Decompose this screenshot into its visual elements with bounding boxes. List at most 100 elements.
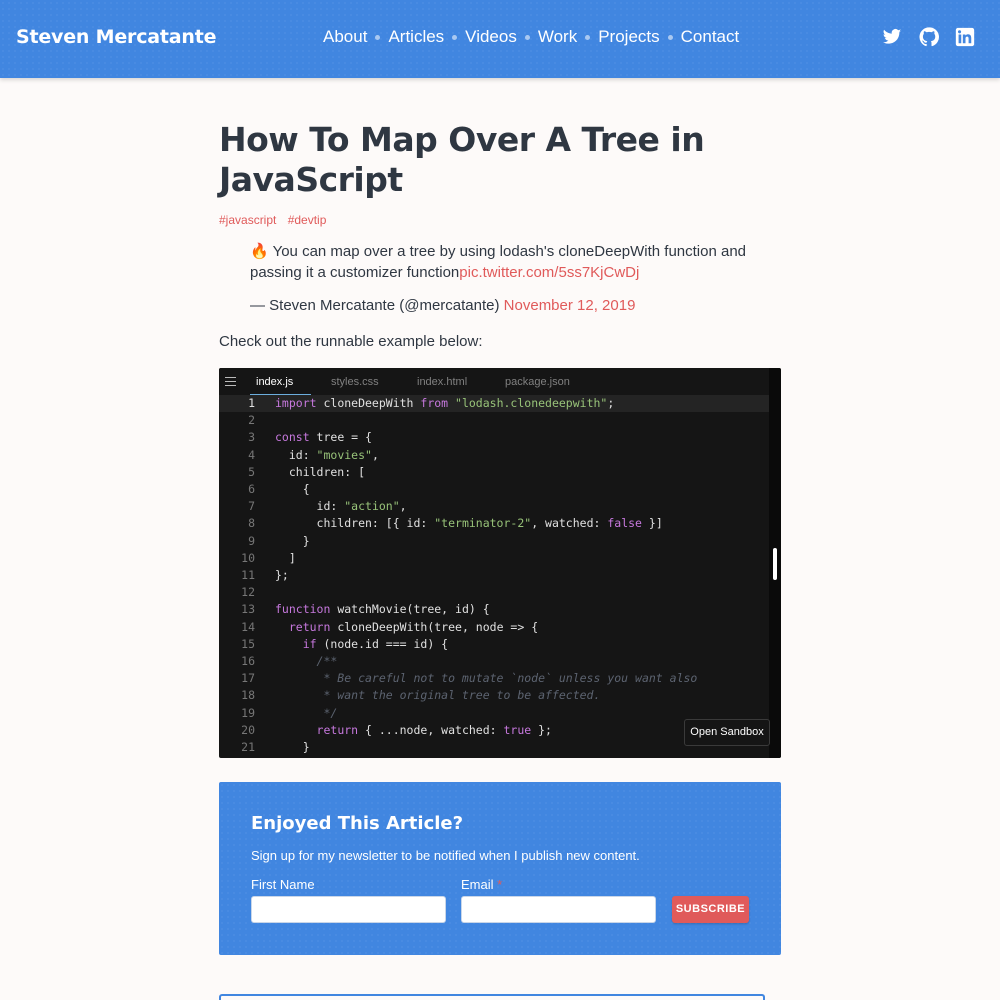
tab-package-json[interactable]: package.json <box>505 368 570 395</box>
code-line: 5 children: [ <box>219 464 769 481</box>
article-intro: Check out the runnable example below: <box>219 333 483 350</box>
code-text: * Be careful not to mutate `node` unless… <box>275 671 698 686</box>
linkedin-icon[interactable] <box>955 27 975 47</box>
tweet-date-link[interactable]: November 12, 2019 <box>504 297 636 314</box>
email-label: Email <box>461 877 494 892</box>
code-line: 18 * want the original tree to be affect… <box>219 687 769 704</box>
code-text: return cloneDeepWith(tree, node => { <box>288 619 539 634</box>
code-line: 3 const tree = { <box>219 429 769 446</box>
line-number: 5 <box>248 464 255 479</box>
twitter-icon[interactable] <box>882 27 902 47</box>
line-number: 2 <box>248 413 255 428</box>
line-number: 11 <box>241 568 255 582</box>
code-text: }; <box>275 568 289 582</box>
line-number: 3 <box>248 430 255 445</box>
code-text: import cloneDeepWith from "lodash.cloned… <box>275 396 615 410</box>
code-line: 10 ] <box>219 550 769 567</box>
first-name-input[interactable] <box>251 896 446 923</box>
line-number: 20 <box>241 722 255 737</box>
line-number: 17 <box>241 671 255 686</box>
newsletter-title: Enjoyed This Article? <box>251 813 464 834</box>
nav-videos[interactable]: Videos <box>465 27 517 47</box>
nav-separator <box>667 34 673 40</box>
sandbox-tabbar: index.js styles.css index.html package.j… <box>219 368 769 395</box>
required-marker: * <box>497 877 503 892</box>
nav-separator <box>452 34 458 40</box>
code-text: ] <box>275 550 296 565</box>
code-line: 2 <box>219 412 769 429</box>
fire-emoji: 🔥 <box>250 243 269 260</box>
code-line: 9 } <box>219 533 769 550</box>
code-line: 11}; <box>219 567 769 584</box>
scrollbar-thumb[interactable] <box>773 548 777 580</box>
line-number: 9 <box>248 533 255 548</box>
line-number: 7 <box>248 499 255 514</box>
email-label-group: Email * <box>461 877 502 892</box>
site-header: Steven Mercatante About Articles Videos … <box>0 0 1000 78</box>
code-text: } <box>275 533 310 548</box>
line-number: 18 <box>241 688 255 703</box>
open-sandbox-button[interactable]: Open Sandbox <box>684 719 770 746</box>
newsletter-signup: Enjoyed This Article? Sign up for my new… <box>219 782 781 955</box>
nav-work[interactable]: Work <box>538 27 577 47</box>
tab-styles-css[interactable]: styles.css <box>331 368 379 395</box>
code-text: */ <box>275 705 338 720</box>
menu-icon[interactable] <box>225 377 236 386</box>
tweet-author: — Steven Mercatante (@mercatante) <box>250 297 504 314</box>
code-text: return { ...node, watched: true }; <box>316 722 552 737</box>
code-line: 1 import cloneDeepWith from "lodash.clone… <box>219 395 769 413</box>
code-line: 12 <box>219 584 769 601</box>
site-brand[interactable]: Steven Mercatante <box>16 26 217 48</box>
article-title: How To Map Over A Tree in JavaScript <box>219 120 705 199</box>
first-name-label: First Name <box>251 877 315 892</box>
tweet-byline: — Steven Mercatante (@mercatante) Novemb… <box>250 297 635 314</box>
code-line: 7 id: "action", <box>219 498 769 515</box>
code-line: 4 id: "movies", <box>219 447 769 464</box>
nav-about[interactable]: About <box>323 27 367 47</box>
line-number: 21 <box>241 740 255 754</box>
line-number: 4 <box>248 447 255 462</box>
tweet-media-link[interactable]: pic.twitter.com/5ss7KjCwDj <box>459 264 639 281</box>
code-text: function watchMovie(tree, id) { <box>275 602 490 617</box>
github-icon[interactable] <box>919 27 939 47</box>
line-number: 10 <box>241 550 255 565</box>
code-text: if (node.id === id) { <box>302 636 449 651</box>
email-input[interactable] <box>461 896 656 923</box>
embedded-tweet: 🔥 You can map over a tree by using lodas… <box>250 241 750 283</box>
code-text: const tree = { <box>275 430 372 445</box>
line-number: 8 <box>248 516 255 531</box>
nav-articles[interactable]: Articles <box>388 27 444 47</box>
next-section-box <box>219 994 765 1000</box>
main-nav: About Articles Videos Work Projects Cont… <box>323 27 739 47</box>
article-tags: #javascript #devtip <box>219 213 334 227</box>
line-number: 1 <box>248 396 255 410</box>
code-text: * want the original tree to be affected. <box>275 688 601 703</box>
line-number: 6 <box>248 482 255 496</box>
code-text: id: "action", <box>275 499 407 514</box>
line-number: 16 <box>241 654 255 668</box>
code-line: 15 if (node.id === id) { <box>219 636 769 653</box>
editor-scrollbar[interactable] <box>769 368 781 758</box>
nav-contact[interactable]: Contact <box>681 27 740 47</box>
code-sandbox: index.js styles.css index.html package.j… <box>219 368 781 758</box>
tag-link[interactable]: #javascript <box>219 213 276 227</box>
line-number: 14 <box>241 619 255 634</box>
tab-index-html[interactable]: index.html <box>417 368 467 395</box>
subscribe-button[interactable]: SUBSCRIBE <box>672 896 749 923</box>
code-text: children: [{ id: "terminator-2", watched… <box>275 516 663 531</box>
code-text: { <box>275 482 310 496</box>
nav-projects[interactable]: Projects <box>598 27 659 47</box>
tab-index-js[interactable]: index.js <box>249 368 312 395</box>
line-number: 19 <box>241 705 255 720</box>
nav-separator <box>585 34 591 40</box>
code-line: 16 /** <box>219 653 769 670</box>
code-line: 13 function watchMovie(tree, id) { <box>219 601 769 618</box>
code-line: 14 return cloneDeepWith(tree, node => { <box>219 619 769 636</box>
tag-link[interactable]: #devtip <box>288 213 327 227</box>
code-text: id: "movies", <box>275 447 379 462</box>
nav-separator <box>375 34 381 40</box>
line-number: 13 <box>241 602 255 617</box>
line-number: 15 <box>241 636 255 651</box>
code-line: 8 children: [{ id: "terminator-2", watch… <box>219 515 769 532</box>
nav-separator <box>524 34 530 40</box>
